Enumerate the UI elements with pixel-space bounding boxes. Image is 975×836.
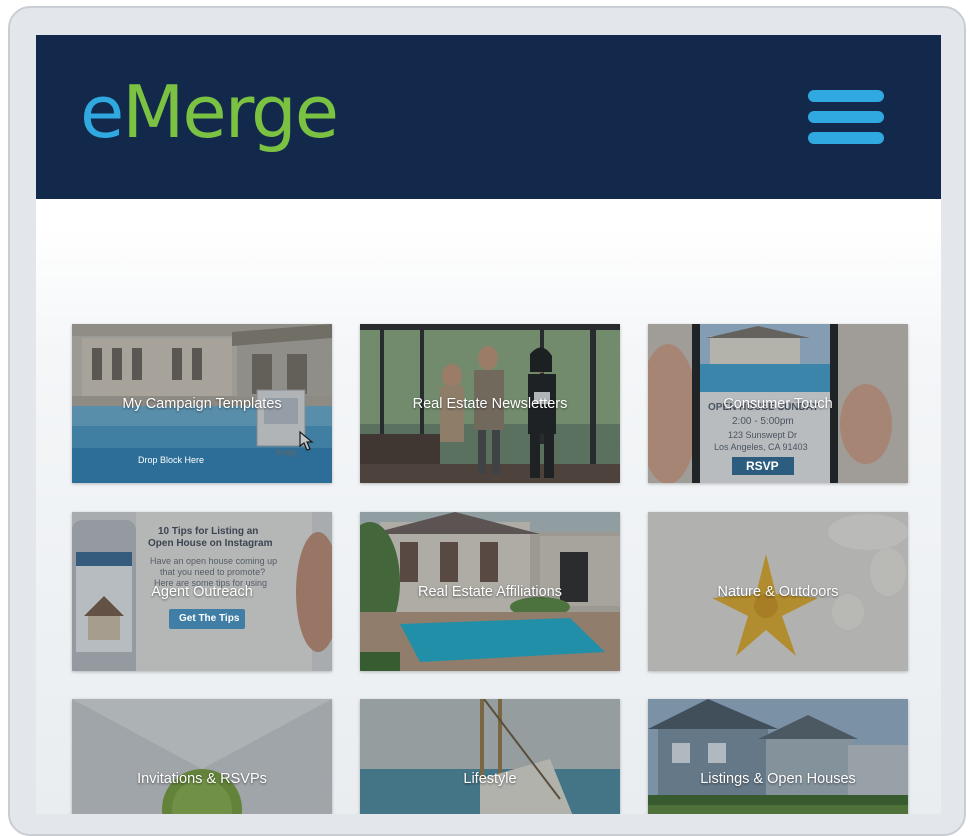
app-screen: eMerge Drop Block Here Imag My Campaign … [36, 35, 941, 814]
image-button-rsvp: RSVP [746, 459, 779, 473]
image-text-address: 123 Sunswept Dr [728, 430, 798, 440]
tile-label: Nature & Outdoors [717, 584, 839, 600]
image-text-tips-body-2: that you need to promote? [160, 567, 266, 577]
image-text-tips-title-1: 10 Tips for Listing an [158, 526, 259, 537]
emerge-logo[interactable]: eMerge [80, 67, 339, 157]
image-text-city: Los Angeles, CA 91403 [714, 442, 808, 452]
image-text-drop-block: Drop Block Here [138, 455, 205, 465]
tile-overlay [648, 699, 908, 814]
image-text-tips-body-1: Have an open house coming up [150, 556, 278, 566]
logo-text-merge: Merge [122, 70, 339, 154]
tile-agent-outreach[interactable]: 10 Tips for Listing an Open House on Ins… [72, 512, 332, 671]
tile-lifestyle[interactable]: Lifestyle [360, 699, 620, 814]
tile-overlay [360, 699, 620, 814]
tile-real-estate-affiliations[interactable]: Real Estate Affiliations [360, 512, 620, 671]
menu-bar-middle [808, 111, 884, 123]
image-text-time: 2:00 - 5:00pm [732, 416, 794, 427]
logo-letter-e: e [80, 70, 124, 154]
menu-bar-bottom [808, 132, 884, 144]
tile-overlay [72, 699, 332, 814]
tile-consumer-touch[interactable]: OPEN HOUSE SUNDAY 2:00 - 5:00pm 123 Suns… [648, 324, 908, 483]
tile-label: My Campaign Templates [122, 396, 282, 412]
tile-label: Real Estate Affiliations [417, 584, 562, 600]
tile-invitations-rsvps[interactable]: Invitations & RSVPs [72, 699, 332, 814]
tile-label: Invitations & RSVPs [137, 771, 267, 787]
tile-label: Lifestyle [463, 771, 517, 787]
tile-label: Consumer Touch [723, 396, 833, 412]
hamburger-menu-icon[interactable] [808, 90, 884, 148]
tile-label: Real Estate Newsletters [412, 396, 568, 412]
top-header: eMerge [36, 35, 941, 199]
image-text-tips-title-2: Open House on Instagram [148, 538, 273, 549]
tile-real-estate-newsletters[interactable]: Real Estate Newsletters [360, 324, 620, 483]
tile-listings-open-houses[interactable]: Listings & Open Houses [648, 699, 908, 814]
tile-label: Agent Outreach [151, 584, 253, 600]
tile-label: Listings & Open Houses [700, 771, 856, 787]
tile-nature-outdoors[interactable]: Nature & Outdoors [648, 512, 908, 671]
image-button-get-tips: Get The Tips [179, 613, 240, 624]
image-text-image: Imag [276, 447, 297, 457]
tile-my-campaign-templates[interactable]: Drop Block Here Imag My Campaign Templat… [72, 324, 332, 483]
menu-bar-top [808, 90, 884, 102]
